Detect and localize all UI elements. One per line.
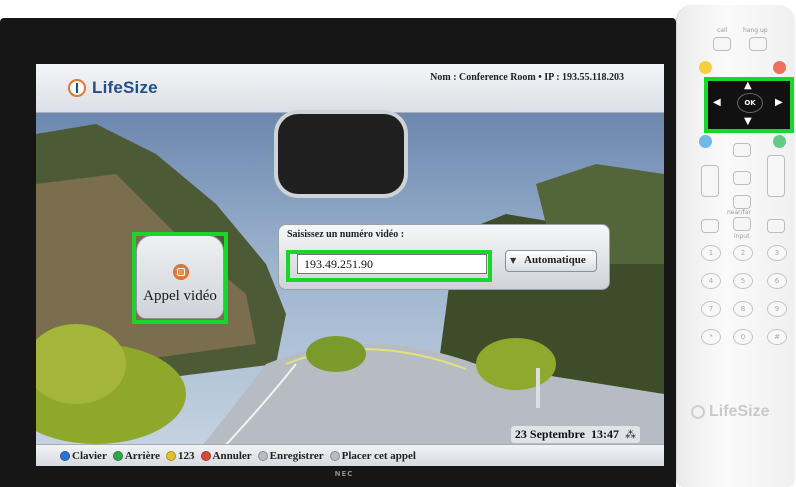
tv-brand-logo: NEC — [334, 470, 354, 478]
softkey-label: 123 — [178, 449, 195, 462]
call-key-label: call — [717, 27, 728, 34]
green-key[interactable] — [773, 135, 786, 148]
remote-logo-text: LifeSize — [709, 403, 770, 420]
call-mode-label: Automatique — [524, 254, 586, 266]
blue-key-icon — [60, 450, 70, 461]
key-4[interactable]: 4 — [701, 273, 721, 289]
key-0[interactable]: 0 — [733, 329, 753, 345]
logo-text: LifeSize — [92, 78, 158, 97]
blue-key[interactable] — [699, 135, 712, 148]
softkey-label: Clavier — [72, 449, 107, 462]
softkey-label: Annuler — [212, 449, 252, 462]
home-key[interactable] — [733, 143, 751, 157]
key-6[interactable]: 6 — [767, 273, 787, 289]
zoom-key[interactable] — [767, 155, 785, 197]
near-far-key[interactable] — [733, 217, 751, 231]
softkey-save[interactable]: Enregistrer — [257, 449, 324, 462]
softkey-bar: Clavier Arrière 123 Annuler Enregistrer … — [36, 444, 664, 466]
record-key-icon — [257, 450, 268, 461]
volume-key[interactable] — [701, 165, 719, 197]
call-mode-select[interactable]: ▼ Automatique — [505, 250, 597, 272]
time-label: 13:47 — [591, 427, 619, 441]
camera-key[interactable] — [733, 195, 751, 209]
remote-logo: LifeSize — [691, 403, 769, 421]
system-info: Nom : Conference Room • IP : 193.55.118.… — [430, 72, 624, 83]
dial-title: Saisissez un numéro vidéo : — [287, 229, 405, 240]
lifesize-logo-icon — [691, 405, 705, 419]
softkey-label: Enregistrer — [269, 449, 324, 462]
input-label: input — [734, 233, 750, 240]
mute-key[interactable] — [733, 171, 751, 185]
softkey-label: Placer cet appel — [341, 449, 416, 462]
lifesize-logo-icon — [68, 79, 86, 97]
softkey-place-call[interactable]: Placer cet appel — [329, 449, 416, 462]
key-5[interactable]: 5 — [733, 273, 753, 289]
key-star[interactable]: * — [701, 329, 721, 345]
yellow-key[interactable] — [699, 61, 712, 74]
hangup-key-label: hang up — [743, 27, 768, 34]
near-far-label: near/far — [727, 209, 751, 216]
softkey-back[interactable]: Arrière — [112, 449, 161, 462]
red-key-icon — [200, 450, 211, 461]
call-key-icon — [329, 450, 340, 461]
hangup-key[interactable] — [749, 37, 767, 51]
highlight-box — [132, 232, 228, 324]
softkey-label: Arrière — [124, 449, 161, 462]
key-9[interactable]: 9 — [767, 301, 787, 317]
delete-key[interactable] — [767, 219, 785, 233]
video-preview-window — [278, 114, 404, 194]
key-8[interactable]: 8 — [733, 301, 753, 317]
red-key[interactable] — [773, 61, 786, 74]
network-icon: ⁂ — [625, 428, 636, 441]
softkey-keyboard[interactable]: Clavier — [60, 450, 107, 462]
green-key-icon — [112, 450, 123, 461]
key-1[interactable]: 1 — [701, 245, 721, 261]
lifesize-screen: LifeSize Nom : Conference Room • IP : 19… — [36, 64, 664, 466]
date-label: 23 Septembre — [514, 427, 585, 441]
lifesize-logo: LifeSize — [68, 78, 158, 98]
chevron-down-icon: ▼ — [510, 256, 517, 265]
header-bar: LifeSize Nom : Conference Room • IP : 19… — [36, 64, 664, 113]
highlight-box — [704, 77, 794, 133]
yellow-key-icon — [166, 450, 177, 461]
softkey-123[interactable]: 123 — [166, 450, 195, 462]
layout-key[interactable] — [701, 219, 719, 233]
key-hash[interactable]: # — [767, 329, 787, 345]
call-key[interactable] — [713, 37, 731, 51]
key-3[interactable]: 3 — [767, 245, 787, 261]
tv-monitor: LifeSize Nom : Conference Room • IP : 19… — [0, 18, 676, 487]
status-bar: 23 Septembre 13:47 ⁂ — [510, 426, 640, 443]
softkey-cancel[interactable]: Annuler — [200, 449, 252, 462]
key-2[interactable]: 2 — [733, 245, 753, 261]
key-7[interactable]: 7 — [701, 301, 721, 317]
highlight-box — [286, 250, 492, 282]
